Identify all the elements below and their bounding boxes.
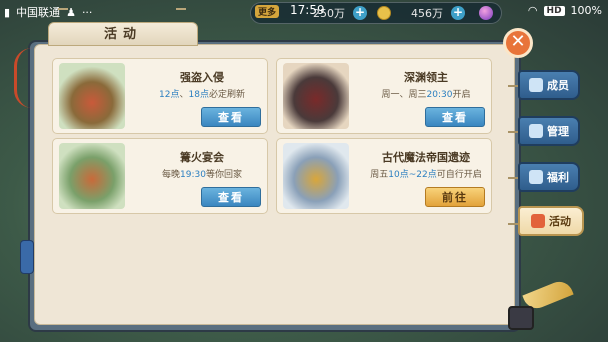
event-name: 古代魔法帝国遗迹: [382, 151, 470, 164]
panel-title-tab: 活动: [48, 22, 198, 46]
view-button[interactable]: 查看: [425, 107, 485, 127]
resource-bar: 250万 + 456万 +: [250, 2, 502, 24]
event-card-ancient-ruins: 古代魔法帝国遗迹 周五10点~22点可自行开启 前往: [276, 138, 492, 214]
event-schedule: 周一、周三20:30开启: [381, 90, 471, 100]
signal-icon: ▮: [4, 5, 11, 19]
event-card-bonfire: 篝火宴会 每晚19:30等你回家 查看: [52, 138, 268, 214]
close-icon: ✕: [510, 31, 526, 52]
left-handle: [20, 240, 34, 274]
title-right-flourish: [176, 8, 186, 14]
battery-label: 100%: [570, 4, 602, 17]
event-card-bandit: 强盗入侵 12点、18点必定刷新 查看: [52, 58, 268, 134]
gem-icon[interactable]: [479, 6, 493, 20]
event-name: 强盗入侵: [180, 71, 224, 84]
bandit-thumbnail: [59, 63, 125, 129]
megaphone-icon: [529, 124, 543, 138]
tab-label: 活动: [549, 215, 571, 228]
tab-management[interactable]: 管理: [518, 116, 580, 146]
gift-icon: [531, 214, 545, 228]
overflow-dots: ···: [81, 5, 93, 19]
event-name: 篝火宴会: [180, 151, 224, 164]
add-gold-button[interactable]: +: [451, 6, 465, 20]
more-button[interactable]: 更多: [255, 5, 280, 18]
event-schedule: 12点、18点必定刷新: [159, 90, 245, 100]
hd-badge: HD: [543, 5, 565, 16]
ancient-ruins-thumbnail: [283, 143, 349, 209]
tab-label: 福利: [547, 171, 569, 184]
gold-coin-icon: [377, 6, 391, 20]
gift-box-icon: [529, 170, 543, 184]
close-button[interactable]: ✕: [503, 28, 533, 58]
wifi-icon: ◠: [527, 4, 538, 17]
title-left-flourish: [58, 8, 68, 14]
gold-resource: 456万: [411, 5, 443, 21]
tab-welfare[interactable]: 福利: [518, 162, 580, 192]
view-button[interactable]: 查看: [201, 107, 261, 127]
view-button[interactable]: 查看: [201, 187, 261, 207]
left-ornament: [14, 48, 32, 108]
clock: 17:59: [290, 3, 325, 17]
tab-members[interactable]: 成员: [518, 70, 580, 100]
event-name: 深渊领主: [404, 71, 448, 84]
tab-activities[interactable]: 活动: [518, 206, 584, 236]
abyss-lord-thumbnail: [283, 63, 349, 129]
carrier-label: 中国联通: [16, 6, 61, 19]
gold-value: 456万: [411, 7, 443, 20]
event-schedule: 每晚19:30等你回家: [162, 170, 242, 180]
event-card-abyss-lord: 深渊领主 周一、周三20:30开启 查看: [276, 58, 492, 134]
members-icon: [529, 78, 543, 92]
bonfire-thumbnail: [59, 143, 125, 209]
tab-label: 管理: [547, 125, 569, 138]
add-silver-button[interactable]: +: [353, 6, 367, 20]
inkpot-icon: [508, 306, 534, 330]
panel-title: 活动: [103, 27, 142, 42]
go-button[interactable]: 前往: [425, 187, 485, 207]
tab-label: 成员: [547, 79, 569, 92]
event-schedule: 周五10点~22点可自行开启: [370, 170, 482, 180]
